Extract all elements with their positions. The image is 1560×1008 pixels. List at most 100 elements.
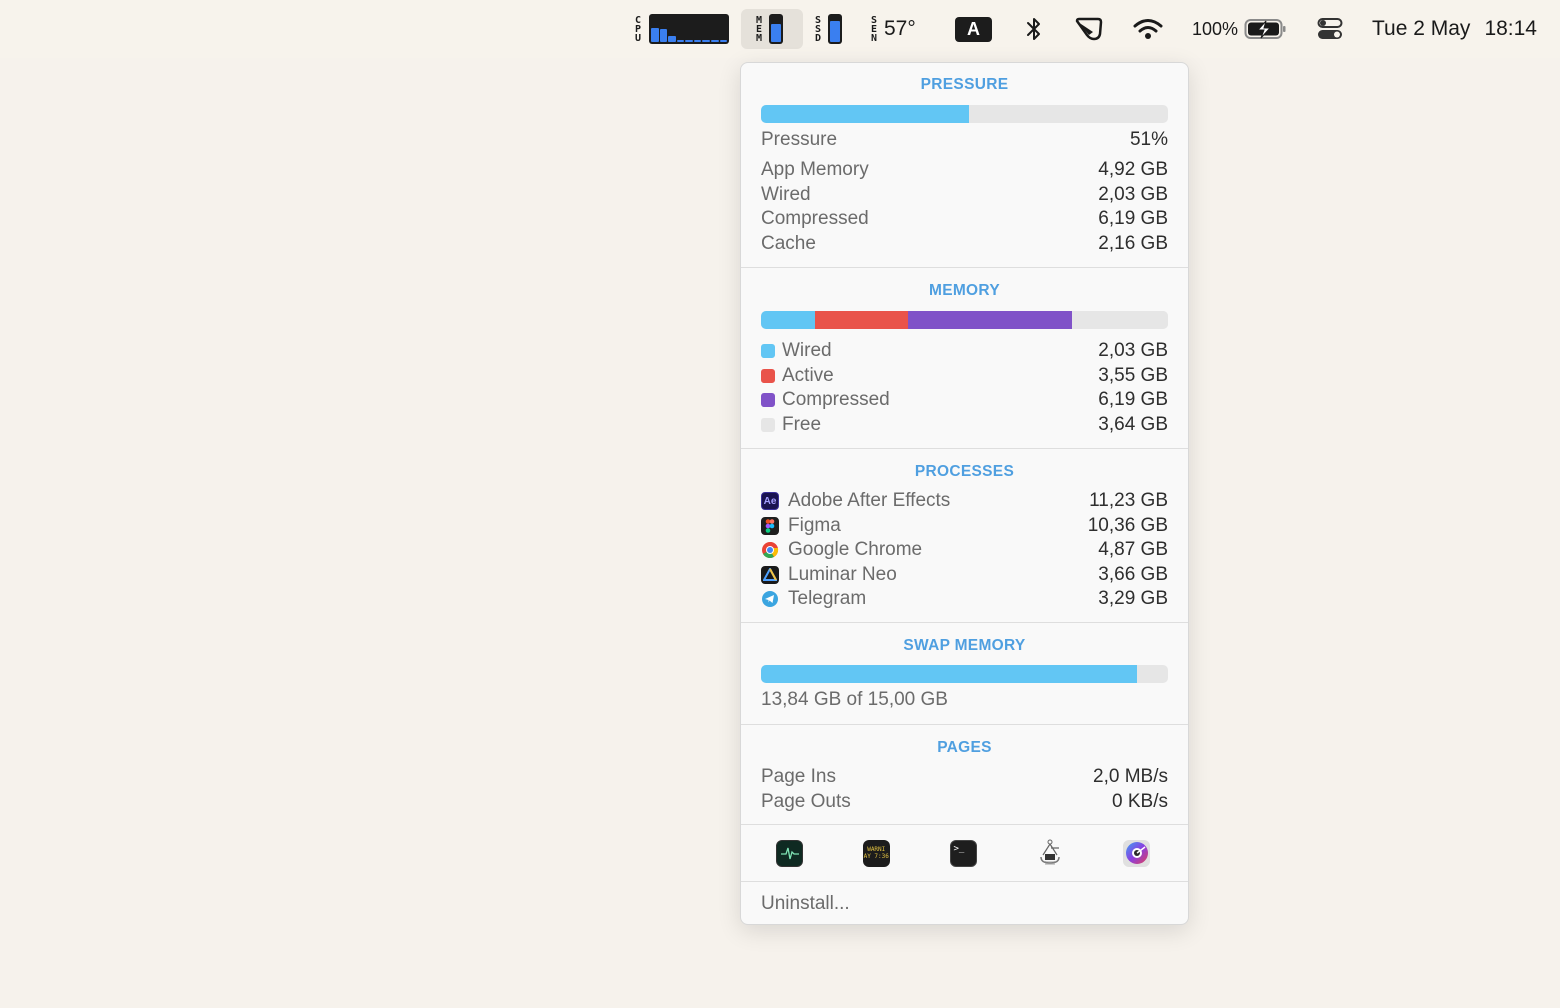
memory-title: MEMORY <box>929 282 1000 299</box>
telegram-icon <box>761 590 779 608</box>
pressure-summary-row: Pressure 51% <box>741 127 1188 153</box>
nightshift-display-icon <box>1075 17 1103 41</box>
app-shortcuts: WARNI AY 7:36 >_ <box>741 825 1188 882</box>
process-name: Luminar Neo <box>788 563 897 585</box>
pressure-row: Wired 2,03 GB <box>741 183 1188 208</box>
sensors-menu-item[interactable]: S E N 57° <box>870 0 916 58</box>
row-value: 6,19 GB <box>1098 389 1168 411</box>
swap-bar-fill <box>761 665 1137 683</box>
row-label: Compressed <box>761 208 869 230</box>
row-value: 4,92 GB <box>1098 159 1168 181</box>
row-value: 2,03 GB <box>1098 183 1168 205</box>
pressure-value: 51% <box>1129 129 1168 150</box>
battery-menu-item[interactable]: 100% <box>1192 0 1288 58</box>
wifi-menu-item[interactable] <box>1133 0 1163 58</box>
row-label: App Memory <box>761 159 869 181</box>
process-row[interactable]: Google Chrome 4,87 GB <box>741 538 1188 563</box>
bluetooth-menu-item[interactable] <box>1024 0 1044 58</box>
system-information-icon[interactable] <box>1036 839 1063 867</box>
row-label: Page Ins <box>761 766 836 788</box>
wired-swatch <box>761 344 775 359</box>
swap-title: SWAP MEMORY <box>903 637 1026 654</box>
battery-charging-icon <box>1244 19 1286 39</box>
ssd-gauge-fill <box>830 21 840 42</box>
ssd-menu-item[interactable]: S S D <box>814 0 842 58</box>
pressure-label: Pressure <box>761 129 838 150</box>
cpu-history-bar <box>710 40 719 42</box>
ssd-gauge <box>828 14 842 44</box>
activity-monitor-icon[interactable] <box>776 839 803 867</box>
memory-bar-segment-wired <box>761 311 815 329</box>
row-label: Compressed <box>782 389 890 411</box>
process-row[interactable]: Ae Adobe After Effects 11,23 GB <box>741 489 1188 514</box>
active-swatch <box>761 368 775 383</box>
memory-gauge <box>769 14 783 44</box>
pressure-row: Cache 2,16 GB <box>741 232 1188 257</box>
process-memory: 4,87 GB <box>1098 539 1168 561</box>
row-label: Wired <box>761 183 811 205</box>
pressure-title: PRESSURE <box>920 76 1009 93</box>
row-label: Cache <box>761 232 816 254</box>
row-value: 0 KB/s <box>1112 790 1168 812</box>
cpu-history-bar <box>685 40 693 42</box>
ssd-label: S S D <box>814 14 822 44</box>
row-label: Active <box>782 364 834 386</box>
swap-usage-text: 13,84 GB of 15,00 GB <box>761 689 948 710</box>
console-icon[interactable]: WARNI AY 7:36 <box>862 839 890 867</box>
control-center-icon <box>1317 18 1343 39</box>
pressure-row: Compressed 6,19 GB <box>741 207 1188 232</box>
battery-percentage: 100% <box>1192 18 1239 39</box>
control-center-menu-item[interactable] <box>1317 0 1343 58</box>
process-row[interactable]: Figma 10,36 GB <box>741 514 1188 539</box>
sen-label: S E N <box>870 14 878 44</box>
memory-bar-segment-free <box>1071 311 1168 329</box>
process-memory: 3,66 GB <box>1098 563 1168 585</box>
memory-bar-segment-compressed <box>908 311 1072 329</box>
cpu-menu-item[interactable]: C P U <box>634 0 729 58</box>
memory-bar-segment-active <box>814 311 909 329</box>
process-memory: 10,36 GB <box>1087 514 1168 536</box>
swap-section: SWAP MEMORY 13,84 GB of 15,00 GB <box>741 623 1188 725</box>
row-value: 2,16 GB <box>1098 232 1168 254</box>
clock-menu-item[interactable]: Tue 2 May 18:14 <box>1372 0 1537 58</box>
display-menu-item[interactable] <box>1074 0 1104 58</box>
input-source-menu-item[interactable]: A <box>955 0 992 58</box>
memory-usage-bar <box>761 311 1168 329</box>
after-effects-icon: Ae <box>761 492 779 511</box>
cpu-history-bar <box>702 40 710 42</box>
process-name: Adobe After Effects <box>788 490 951 512</box>
figma-icon <box>761 516 779 535</box>
process-name: Telegram <box>788 588 867 610</box>
row-value: 6,19 GB <box>1098 208 1168 230</box>
compressed-swatch <box>761 393 775 408</box>
process-memory: 3,29 GB <box>1098 588 1168 610</box>
process-row[interactable]: Luminar Neo 3,66 GB <box>741 563 1188 588</box>
menu-bar: C P U M E M S S D S E N 57° A 100% Tue 2… <box>0 0 1560 58</box>
row-value: 2,0 MB/s <box>1093 766 1168 788</box>
terminal-icon[interactable]: >_ <box>949 839 977 867</box>
pressure-section: PRESSURE Pressure 51% App Memory 4,92 GB … <box>741 63 1188 268</box>
pressure-row: App Memory 4,92 GB <box>741 158 1188 183</box>
luminar-neo-icon <box>761 565 779 584</box>
time-text: 18:14 <box>1484 17 1537 40</box>
memory-row: Wired 2,03 GB <box>741 339 1188 364</box>
process-name: Figma <box>788 514 841 536</box>
processes-section: PROCESSES Ae Adobe After Effects 11,23 GB… <box>741 449 1188 623</box>
pages-row: Page Outs 0 KB/s <box>741 790 1188 815</box>
memory-legend: Wired 2,03 GB Active 3,55 GB Compressed 6,1… <box>741 339 1188 437</box>
pressure-bar <box>761 105 1168 123</box>
istat-icon[interactable] <box>1123 839 1150 867</box>
cpu-history-bar <box>693 40 702 42</box>
uninstall-button[interactable]: Uninstall... <box>741 882 1188 924</box>
process-row[interactable]: Telegram 3,29 GB <box>741 587 1188 612</box>
memory-row: Compressed 6,19 GB <box>741 388 1188 413</box>
cpu-history-bar <box>668 36 676 42</box>
row-label: Page Outs <box>761 790 851 812</box>
swap-bar <box>761 665 1168 683</box>
temperature-value: 57° <box>884 17 916 40</box>
memory-section: MEMORY Wired 2,03 GB Active 3,55 GB Compre… <box>741 268 1188 449</box>
cpu-label: C P U <box>634 14 642 44</box>
memory-row: Free 3,64 GB <box>741 413 1188 438</box>
pressure-bar-fill <box>761 105 969 123</box>
memory-menu-item[interactable]: M E M <box>741 9 803 49</box>
